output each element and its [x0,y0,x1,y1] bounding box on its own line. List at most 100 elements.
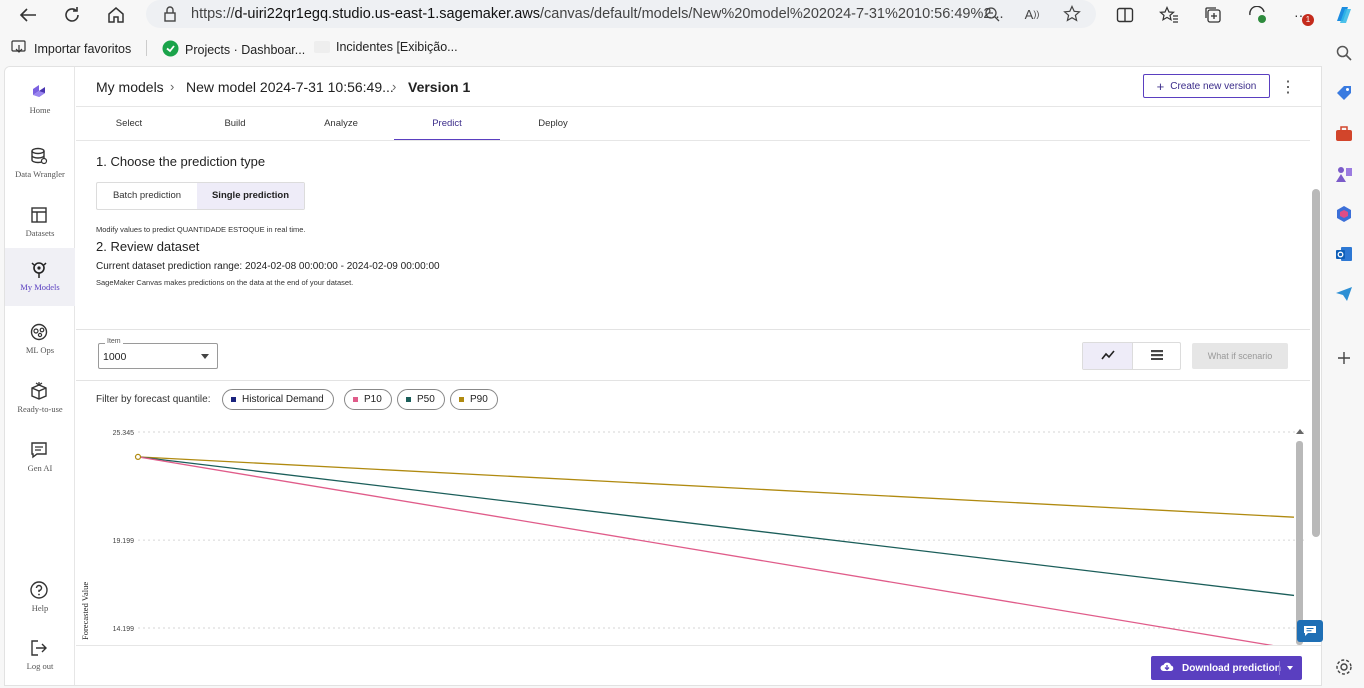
data-point-start[interactable] [134,453,142,460]
browser-essentials-icon[interactable] [1245,3,1269,27]
tab-build[interactable]: Build [182,107,288,140]
nav-item-home[interactable]: Home [5,75,75,133]
nav-item-ml-ops[interactable]: ML Ops [5,315,75,373]
chart-scroll-up-icon[interactable] [1295,427,1305,435]
line-chart-view-button[interactable] [1083,343,1132,369]
single-prediction-hint: Modify values to predict QUANTIDADE ESTO… [96,225,306,234]
quantile-chip-p50[interactable]: P50 [397,389,445,410]
tab-deploy[interactable]: Deploy [500,107,606,140]
series-line-p90[interactable] [137,456,1295,518]
tab-analyze[interactable]: Analyze [288,107,394,140]
chip-label: P50 [417,394,435,405]
nav-label-log-out: Log out [26,661,54,671]
feedback-chat-icon[interactable] [1297,620,1323,642]
nav-item-my-models[interactable]: My Models [5,248,75,306]
y-tick-label: 25.345 [113,430,135,437]
box-icon [28,380,50,402]
split-screen-icon[interactable] [1113,3,1137,27]
import-icon [11,40,28,57]
quantile-chip-p10[interactable]: P10 [344,389,392,410]
shopping-tag-icon[interactable] [1334,83,1354,103]
what-if-scenario-button[interactable]: What if scenario [1192,343,1288,369]
batch-prediction-option[interactable]: Batch prediction [97,183,197,209]
quantile-chip-historical[interactable]: Historical Demand [222,389,334,410]
y-axis-label: Forecasted Value [80,582,90,640]
brain-icon [28,259,50,281]
nav-item-ready-to-use[interactable]: Ready-to-use [5,374,75,432]
refresh-icon[interactable] [60,3,84,27]
workflow-tabs: Select Build Analyze Predict Deploy [76,107,1310,141]
chat-icon [28,439,50,461]
collections-icon[interactable] [1201,3,1225,27]
left-navigation: Home Data Wrangler Datasets My Models ML… [5,67,75,685]
nav-label-ready-to-use: Ready-to-use [17,404,63,414]
download-prediction-button[interactable]: Download prediction [1151,656,1302,680]
outlook-icon[interactable] [1334,244,1354,264]
quantile-chip-p90[interactable]: P90 [450,389,498,410]
tools-briefcase-icon[interactable] [1334,124,1354,144]
breadcrumb-my-models[interactable]: My models [96,79,164,95]
legend-swatch [406,397,411,402]
back-icon[interactable] [16,3,40,27]
single-prediction-option[interactable]: Single prediction [197,183,304,209]
bookmark-projects[interactable]: Projects · Dashboar... [162,40,305,60]
series-line-p10[interactable] [137,456,1295,650]
bookmark-incidents[interactable]: Incidentes [Exibição... [314,40,458,54]
table-view-button[interactable] [1132,343,1181,369]
chart-scrollbar-thumb[interactable] [1296,441,1303,645]
cloud-download-icon [1160,661,1174,675]
item-select-value: 1000 [103,351,127,363]
scrollbar-thumb[interactable] [1312,189,1320,537]
line-chart-icon [1100,347,1115,365]
read-aloud-icon[interactable]: A)) [1022,4,1042,24]
create-new-version-button[interactable]: + Create new version [1143,74,1270,98]
nav-label-help: Help [31,603,49,613]
browser-toolbar: https://d-uiri22qr1egq.studio.us-east-1.… [0,0,1364,30]
lock-icon[interactable] [160,4,180,24]
nav-item-data-wrangler[interactable]: Data Wrangler [5,139,75,197]
nav-label-my-models: My Models [20,282,60,292]
bookmark-import[interactable]: Importar favoritos [11,40,131,57]
incidents-favicon-icon [314,41,330,53]
help-icon [28,579,50,601]
page-footer: Download prediction [76,645,1321,685]
sagemaker-canvas-app: Home Data Wrangler Datasets My Models ML… [4,66,1322,686]
url-text: https://d-uiri22qr1egq.studio.us-east-1.… [191,6,1004,22]
series-line-p50[interactable] [137,456,1295,597]
more-options-icon[interactable]: ··· 1 [1289,3,1314,27]
kebab-menu-icon[interactable]: ⋮ [1280,76,1296,98]
nav-item-help[interactable]: Help [5,573,75,631]
address-bar[interactable]: https://d-uiri22qr1egq.studio.us-east-1.… [146,0,1096,28]
item-select[interactable]: Item 1000 [98,338,218,369]
zoom-icon[interactable] [982,4,1002,24]
send-icon[interactable] [1334,284,1354,304]
search-icon[interactable] [1334,43,1354,63]
prediction-type-toggle: Batch prediction Single prediction [96,182,305,210]
microsoft365-icon[interactable] [1334,204,1354,224]
forecast-chart-svg: Forecasted Value 25.345 19.199 14.199 [80,430,1304,650]
home-logo-icon [28,81,50,103]
breadcrumb-model-name[interactable]: New model 2024-7-31 10:56:49... [186,79,394,95]
tab-select[interactable]: Select [76,107,182,140]
chip-label: Historical Demand [242,394,324,405]
games-icon[interactable] [1334,164,1354,184]
favorites-icon[interactable] [1157,3,1181,27]
logout-icon [28,637,50,659]
caret-down-icon[interactable] [1287,666,1293,670]
edge-sidebar [1324,30,1364,688]
home-icon[interactable] [104,3,128,27]
settings-gear-icon[interactable] [1334,657,1354,677]
nav-item-log-out[interactable]: Log out [5,631,75,685]
forecast-chart: Forecasted Value 25.345 19.199 14.199 [76,420,1306,650]
chevron-right-icon: › [170,79,175,94]
nav-item-gen-ai[interactable]: Gen AI [5,433,75,491]
nav-label-data-wrangler: Data Wrangler [15,169,65,179]
y-tick-label: 14.199 [113,626,135,633]
add-icon[interactable] [1334,348,1354,368]
favorite-star-icon[interactable] [1062,4,1082,24]
copilot-icon[interactable] [1332,3,1356,27]
tab-predict[interactable]: Predict [394,107,500,140]
section-prediction-type-title: 1. Choose the prediction type [96,154,266,169]
table-icon [28,204,50,226]
bookmarks-bar: Importar favoritos Projects · Dashboar..… [0,32,1364,64]
